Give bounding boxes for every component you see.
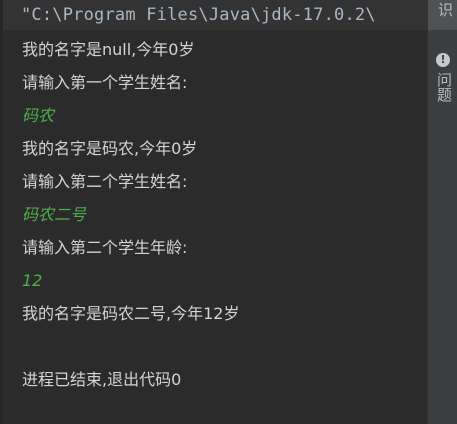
process-exit-message: 进程已结束,退出代码0	[22, 370, 182, 389]
info-icon[interactable]: !	[436, 53, 450, 67]
console-output[interactable]: "C:\Program Files\Java\jdk-17.0.2\ 我的名字是…	[3, 0, 427, 424]
console-line-9: 我的名字是码农二号,今年12岁	[22, 304, 240, 323]
console-line-7: 请输入第二个学生年龄:	[22, 238, 188, 257]
console-line-5: 请输入第二个学生姓名:	[22, 172, 188, 191]
console-user-input-3: 12	[22, 271, 43, 290]
console-line-1: 我的名字是null,今年0岁	[22, 40, 195, 59]
problems-tab-label[interactable]: 问题	[434, 72, 455, 102]
run-tool-window: "C:\Program Files\Java\jdk-17.0.2\ 我的名字是…	[0, 0, 457, 424]
top-tool-tab-label: 识	[436, 2, 454, 17]
right-tool-strip: 识 ! 问题	[427, 0, 457, 424]
console-line-2: 请输入第一个学生姓名:	[22, 73, 188, 92]
console-line-4: 我的名字是码农,今年0岁	[22, 139, 198, 158]
command-line: "C:\Program Files\Java\jdk-17.0.2\	[3, 0, 427, 30]
console-user-input-1: 码农	[22, 106, 55, 125]
top-tool-tab[interactable]: 识	[428, 0, 457, 30]
console-user-input-2: 码农二号	[22, 205, 87, 224]
